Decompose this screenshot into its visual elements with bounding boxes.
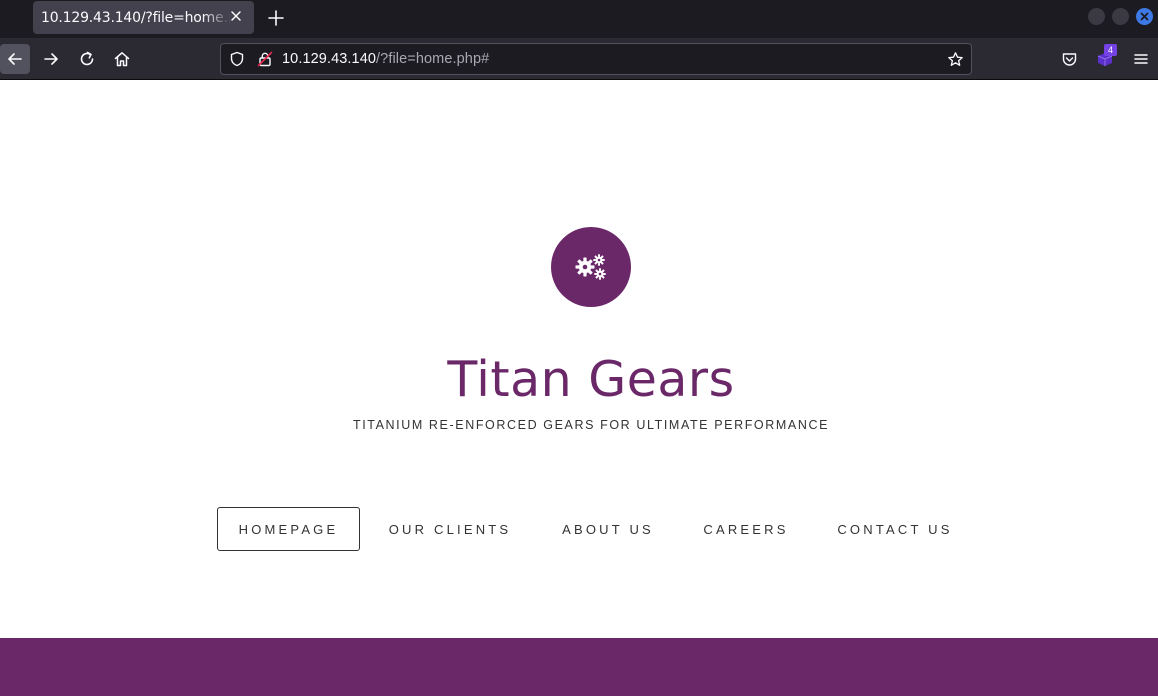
close-tab-icon[interactable] [228,8,244,24]
main-navigation: HOMEPAGE OUR CLIENTS ABOUT US CAREERS CO… [0,507,1158,551]
tab-title: 10.129.43.140/?file=home.php# [41,9,231,26]
tracking-protection-shield-icon[interactable] [229,51,245,67]
reload-button[interactable] [72,44,102,74]
home-icon [114,52,130,67]
nav-link-homepage[interactable]: HOMEPAGE [217,507,360,551]
pocket-icon [1062,52,1076,66]
hero-banner-section [0,638,1158,696]
arrow-right-icon [44,53,58,65]
pocket-button[interactable] [1054,44,1084,74]
maximize-window-button[interactable] [1112,8,1129,25]
extension-badge: 4 [1104,44,1117,56]
insecure-lock-icon[interactable] [257,51,273,67]
back-button[interactable] [0,44,30,74]
site-title: Titan Gears [447,351,735,408]
web-page: Titan Gears TITANIUM RE-ENFORCED GEARS F… [0,80,1158,696]
close-window-icon [1140,12,1149,21]
nav-link-our-clients[interactable]: OUR CLIENTS [375,507,525,551]
forward-button[interactable] [36,44,66,74]
new-tab-icon[interactable] [266,8,286,28]
reload-icon [80,51,94,66]
nav-link-contact-us[interactable]: CONTACT US [822,507,968,551]
browser-toolbar: 10.129.43.140/?file=home.php# [0,38,1158,80]
address-bar[interactable]: 10.129.43.140/?file=home.php# [220,43,972,75]
site-tagline: TITANIUM RE-ENFORCED GEARS FOR ULTIMATE … [352,418,830,432]
arrow-left-icon [8,53,22,65]
nav-link-careers[interactable]: CAREERS [689,507,803,551]
home-button[interactable] [107,44,137,74]
site-logo [551,227,631,307]
browser-tab[interactable]: 10.129.43.140/?file=home.php# [33,1,254,34]
minimize-window-button[interactable] [1088,8,1105,25]
browser-tab-strip: 10.129.43.140/?file=home.php# [0,0,1158,38]
url-path: /?file=home.php# [376,51,490,67]
app-menu-button[interactable] [1126,44,1156,74]
url-host: 10.129.43.140 [282,51,377,67]
close-window-button[interactable] [1136,8,1153,25]
url-text: 10.129.43.140/?file=home.php# [282,51,489,67]
gears-icon [575,254,606,280]
nav-link-about-us[interactable]: ABOUT US [547,507,669,551]
bookmark-star-icon[interactable] [947,51,964,68]
hamburger-menu-icon [1134,54,1148,64]
